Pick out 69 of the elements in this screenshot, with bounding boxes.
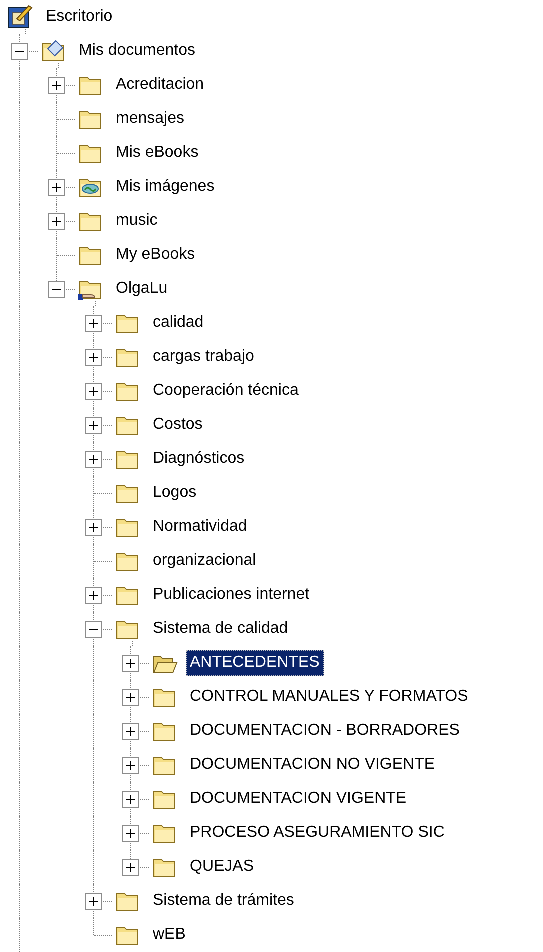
- folder-label[interactable]: calidad: [149, 310, 208, 336]
- plus-icon: [126, 829, 135, 838]
- folder-label[interactable]: ANTECEDENTES: [186, 650, 324, 676]
- expand-button[interactable]: [48, 179, 65, 196]
- folder-label[interactable]: Costos: [149, 412, 207, 438]
- collapse-button[interactable]: [85, 621, 102, 638]
- expand-button[interactable]: [85, 587, 102, 604]
- folder-label[interactable]: DOCUMENTACION VIGENTE: [186, 786, 411, 812]
- expand-button[interactable]: [85, 451, 102, 468]
- plus-icon: [126, 727, 135, 736]
- expand-button[interactable]: [122, 859, 139, 876]
- collapse-button[interactable]: [11, 43, 28, 60]
- plus-icon: [126, 659, 135, 668]
- expand-button[interactable]: [48, 77, 65, 94]
- folder-label[interactable]: Diagnósticos: [149, 446, 249, 472]
- folder-label[interactable]: QUEJAS: [186, 854, 258, 880]
- expand-button[interactable]: [122, 655, 139, 672]
- desktop-icon: [8, 5, 34, 29]
- plus-icon: [89, 421, 98, 430]
- plus-icon: [52, 81, 61, 90]
- plus-icon: [126, 693, 135, 702]
- folder-label[interactable]: My eBooks: [112, 242, 200, 268]
- plus-icon: [126, 761, 135, 770]
- folder-label[interactable]: PROCESO ASEGURAMIENTO SIC: [186, 820, 449, 846]
- plus-icon: [89, 353, 98, 362]
- folder-label[interactable]: Normatividad: [149, 514, 252, 540]
- expand-button[interactable]: [122, 723, 139, 740]
- expand-button[interactable]: [122, 689, 139, 706]
- folder-label[interactable]: cargas trabajo: [149, 344, 258, 370]
- folder-label[interactable]: wEB: [149, 922, 190, 948]
- expand-button[interactable]: [85, 349, 102, 366]
- documents-folder-icon: [41, 39, 67, 63]
- expand-button[interactable]: [85, 383, 102, 400]
- folder-label[interactable]: Acreditacion: [112, 72, 208, 98]
- expand-button[interactable]: [122, 791, 139, 808]
- plus-icon: [89, 523, 98, 532]
- folder-label[interactable]: Sistema de trámites: [149, 888, 298, 914]
- expand-button[interactable]: [48, 213, 65, 230]
- plus-icon: [126, 795, 135, 804]
- folder-label[interactable]: music: [112, 208, 162, 234]
- folder-label[interactable]: OlgaLu: [112, 276, 172, 302]
- plus-icon: [89, 319, 98, 328]
- expand-button[interactable]: [85, 417, 102, 434]
- plus-icon: [126, 863, 135, 872]
- plus-icon: [89, 387, 98, 396]
- folder-label[interactable]: organizacional: [149, 548, 260, 574]
- collapse-button[interactable]: [48, 281, 65, 298]
- expand-button[interactable]: [122, 825, 139, 842]
- plus-icon: [89, 591, 98, 600]
- folder-label[interactable]: Mis imágenes: [112, 174, 219, 200]
- expand-button[interactable]: [85, 315, 102, 332]
- plus-icon: [89, 455, 98, 464]
- expand-button[interactable]: [122, 757, 139, 774]
- folder-label[interactable]: DOCUMENTACION NO VIGENTE: [186, 752, 440, 778]
- expand-button[interactable]: [85, 519, 102, 536]
- plus-icon: [52, 217, 61, 226]
- expand-button[interactable]: [85, 893, 102, 910]
- folder-label[interactable]: Mis documentos: [75, 38, 200, 64]
- folder-label[interactable]: Cooperación técnica: [149, 378, 303, 404]
- folder-label[interactable]: Publicaciones internet: [149, 582, 314, 608]
- folder-label[interactable]: Mis eBooks: [112, 140, 203, 166]
- folder-label[interactable]: Sistema de calidad: [149, 616, 292, 642]
- plus-icon: [89, 897, 98, 906]
- folder-label[interactable]: CONTROL MANUALES Y FORMATOS: [186, 684, 472, 710]
- folder-label[interactable]: Logos: [149, 480, 201, 506]
- folder-label[interactable]: mensajes: [112, 106, 188, 132]
- folder-label[interactable]: Escritorio: [42, 4, 117, 30]
- folder-label[interactable]: DOCUMENTACION - BORRADORES: [186, 718, 464, 744]
- plus-icon: [52, 183, 61, 192]
